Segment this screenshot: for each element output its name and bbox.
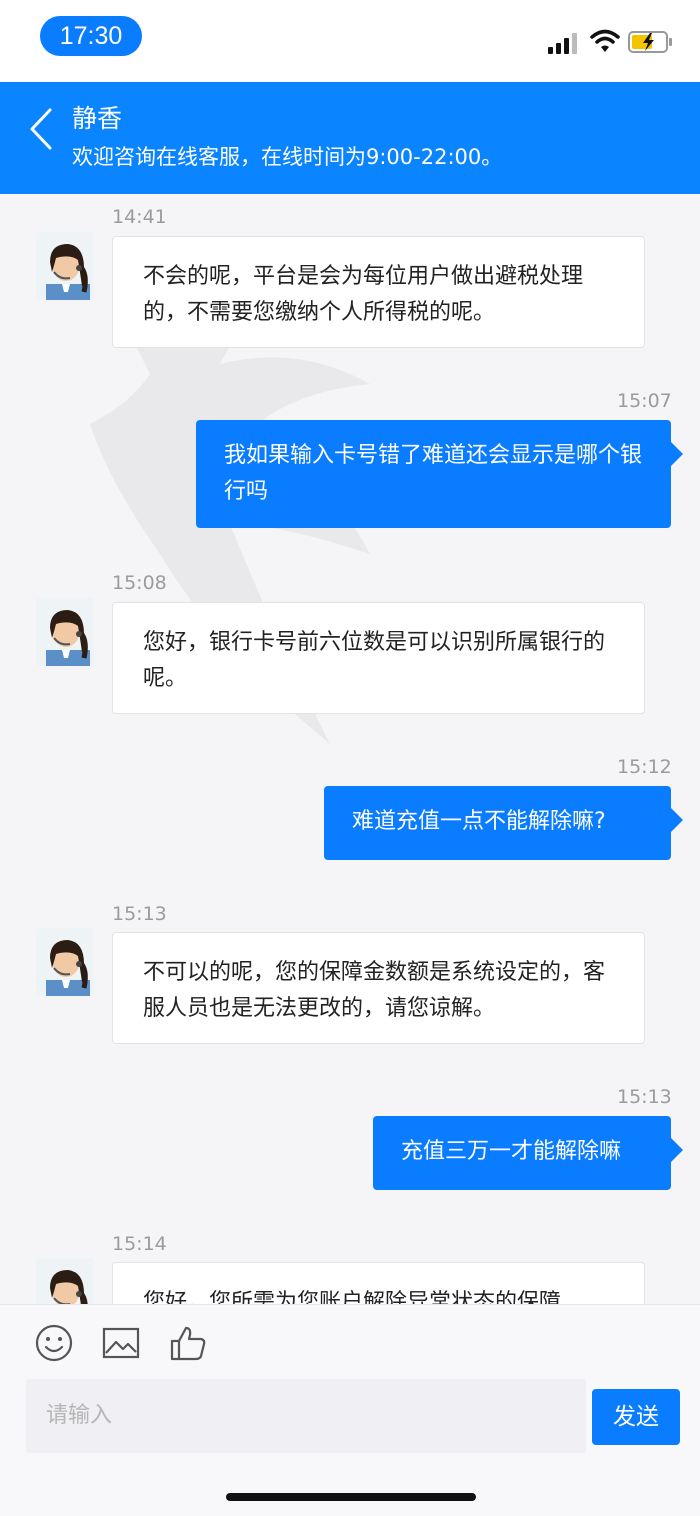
back-icon[interactable]: [26, 106, 56, 152]
agent-message: 您好，您所需为您账户解除异常状态的保障: [112, 1262, 645, 1304]
battery-icon: [628, 31, 672, 53]
message-time: 15:13: [617, 1086, 672, 1108]
agent-message: 不可以的呢，您的保障金数额是系统设定的，客服人员也是无法更改的，请您谅解。: [112, 932, 645, 1044]
message-time: 15:12: [617, 756, 672, 778]
status-bar: 17:30: [0, 0, 700, 82]
message-time: 15:08: [112, 572, 167, 594]
chat-header: 静香 欢迎咨询在线客服，在线时间为9:00-22:00。: [0, 82, 700, 194]
message-time: 14:41: [112, 206, 167, 228]
agent-message: 不会的呢，平台是会为每位用户做出避税处理的，不需要您缴纳个人所得税的呢。: [112, 236, 645, 348]
user-message: 我如果输入卡号错了难道还会显示是哪个银行吗: [196, 420, 683, 528]
user-message: 充值三万一才能解除嘛: [373, 1116, 683, 1190]
agent-avatar: [36, 928, 94, 996]
message-time: 15:07: [617, 390, 672, 412]
message-list[interactable]: 14:41 不会的呢，平台是会为每位用户做出避税处理的，不需要您缴纳个人所得税的…: [0, 194, 700, 1304]
agent-message: 您好，银行卡号前六位数是可以识别所属银行的呢。: [112, 602, 645, 714]
agent-avatar: [36, 232, 94, 300]
message-time: 15:13: [112, 903, 167, 925]
wifi-icon: [590, 29, 620, 52]
emoji-icon[interactable]: [34, 1323, 74, 1363]
agent-avatar: [36, 598, 94, 666]
user-message: 难道充值一点不能解除嘛?: [324, 786, 683, 860]
agent-name: 静香: [72, 104, 123, 133]
service-hours: 欢迎咨询在线客服，在线时间为9:00-22:00。: [72, 145, 503, 169]
thumbs-up-icon[interactable]: [168, 1323, 208, 1363]
message-time: 15:14: [112, 1233, 167, 1255]
status-time: 17:30: [40, 16, 142, 56]
image-icon[interactable]: [101, 1323, 141, 1363]
agent-avatar: [36, 1258, 94, 1304]
message-input[interactable]: 请输入: [26, 1379, 586, 1453]
signal-icon: [548, 33, 577, 54]
composer: 请输入 发送: [0, 1304, 700, 1516]
send-button[interactable]: 发送: [592, 1389, 680, 1445]
home-indicator[interactable]: [226, 1493, 476, 1501]
